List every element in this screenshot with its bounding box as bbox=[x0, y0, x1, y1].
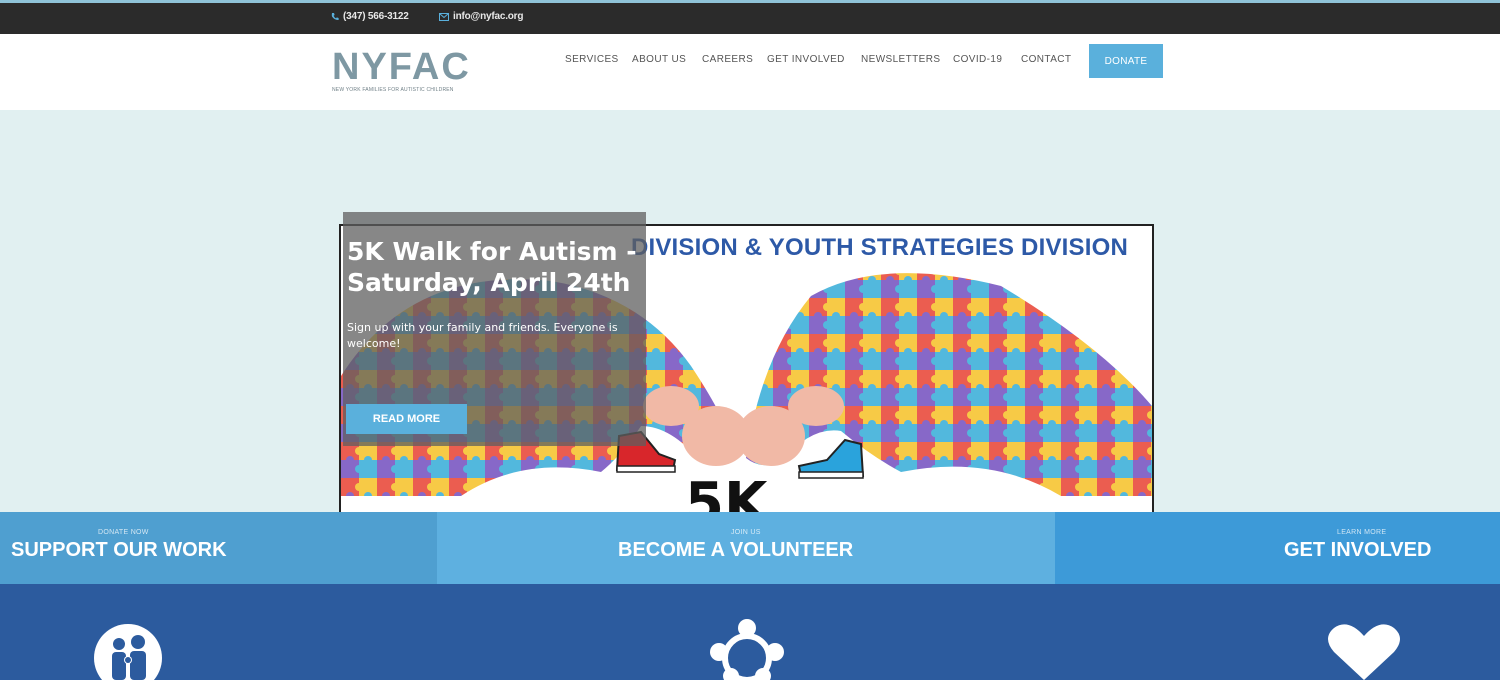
services-icon-strip bbox=[0, 584, 1500, 680]
email-contact[interactable]: info@nyfac.org bbox=[439, 11, 523, 22]
cta-title: BECOME A VOLUNTEER bbox=[618, 539, 854, 561]
slide-title: 5K Walk for Autism - Saturday, April 24t… bbox=[347, 237, 637, 297]
community-icon bbox=[710, 619, 784, 680]
blue-sneaker-icon bbox=[797, 438, 865, 479]
nav-contact[interactable]: CONTACT bbox=[1021, 54, 1071, 65]
phone-number: (347) 566-3122 bbox=[343, 11, 409, 22]
nav-covid-19[interactable]: COVID-19 bbox=[953, 54, 1002, 65]
slide-description: Sign up with your family and friends. Ev… bbox=[347, 321, 618, 350]
nav-careers[interactable]: CAREERS bbox=[702, 54, 753, 65]
envelope-icon bbox=[439, 12, 449, 21]
family-icon bbox=[94, 624, 162, 680]
cta-become-a-volunteer[interactable]: JOIN US BECOME A VOLUNTEER bbox=[437, 512, 1055, 584]
slide-caption-box: 5K Walk for Autism - Saturday, April 24t… bbox=[343, 212, 646, 446]
nav-about-us[interactable]: ABOUT US bbox=[632, 54, 686, 65]
email-address: info@nyfac.org bbox=[453, 11, 524, 22]
phone-contact[interactable]: (347) 566-3122 bbox=[331, 11, 409, 22]
heart-icon bbox=[1328, 624, 1400, 680]
site-logo[interactable]: NYFAC NEW YORK FAMILIES FOR AUTISTIC CHI… bbox=[332, 48, 482, 96]
cta-get-involved[interactable]: LEARN MORE GET INVOLVED bbox=[1055, 512, 1500, 584]
nav-get-involved[interactable]: GET INVOLVED bbox=[767, 54, 845, 65]
nav-services[interactable]: SERVICES bbox=[565, 54, 619, 65]
phone-icon bbox=[331, 13, 339, 21]
cta-subtitle: DONATE NOW bbox=[98, 529, 149, 536]
cta-subtitle: JOIN US bbox=[731, 529, 761, 536]
cta-title: SUPPORT OUR WORK bbox=[11, 539, 227, 561]
logo-wordmark: NYFAC bbox=[332, 46, 471, 88]
cta-subtitle: LEARN MORE bbox=[1337, 529, 1387, 536]
banner-5k-badge: 5K bbox=[685, 471, 768, 514]
cta-support-our-work[interactable]: DONATE NOW SUPPORT OUR WORK bbox=[0, 512, 437, 584]
donate-button[interactable]: DONATE bbox=[1089, 44, 1163, 78]
hero-section: DIVISION & YOUTH STRATEGIES DIVISION 5K … bbox=[0, 110, 1500, 514]
top-bar: (347) 566-3122 info@nyfac.org bbox=[0, 0, 1500, 34]
cta-title: GET INVOLVED bbox=[1284, 539, 1432, 561]
read-more-button[interactable]: READ MORE bbox=[346, 404, 467, 434]
nav-newsletters[interactable]: NEWSLETTERS bbox=[861, 54, 940, 65]
site-header: NYFAC NEW YORK FAMILIES FOR AUTISTIC CHI… bbox=[0, 34, 1500, 110]
